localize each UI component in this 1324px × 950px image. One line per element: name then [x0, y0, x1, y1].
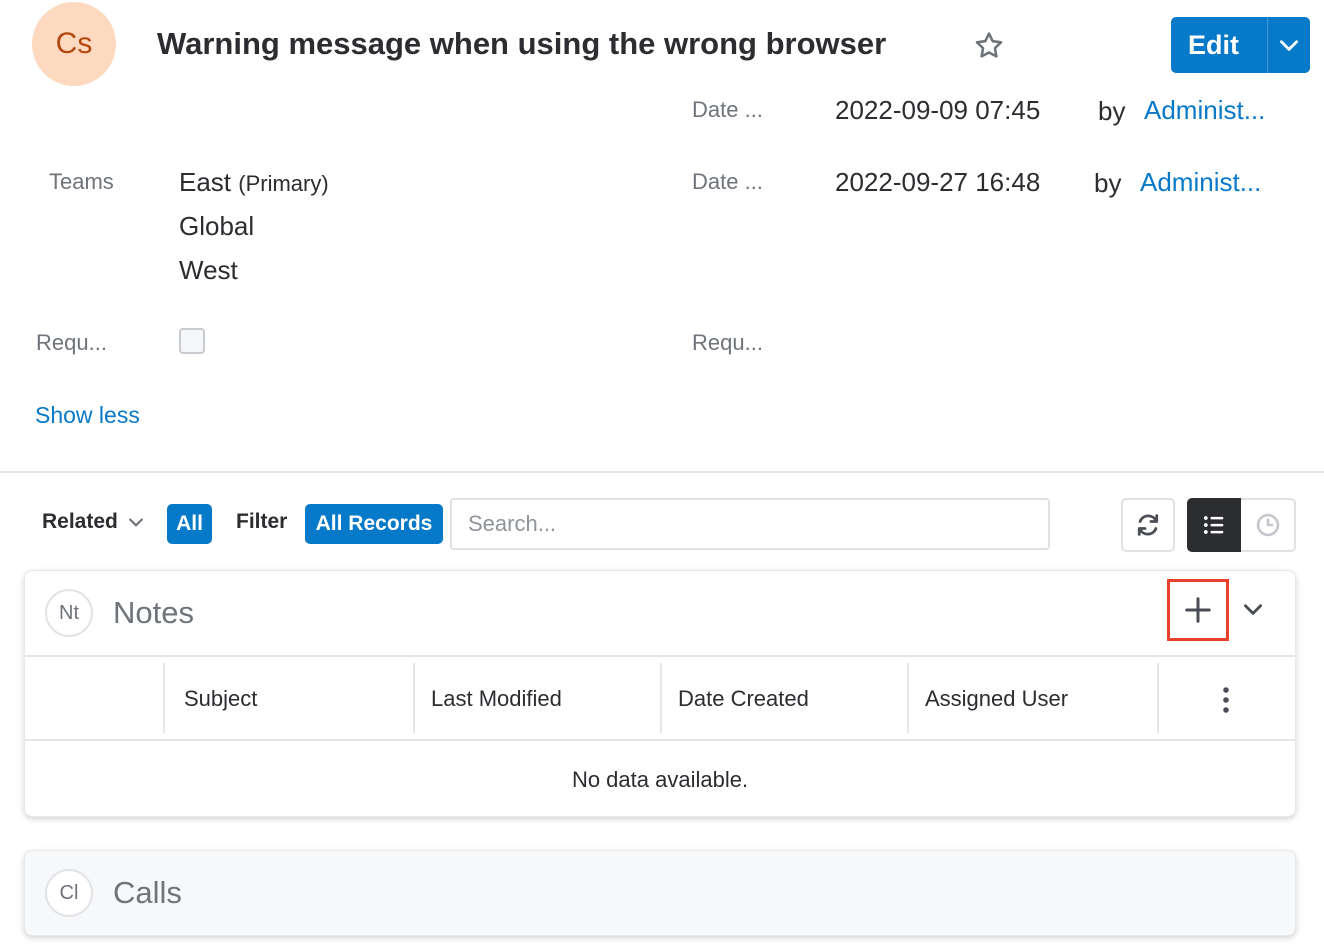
collapse-panel-button[interactable]	[1239, 595, 1267, 623]
list-view-button[interactable]	[1187, 498, 1241, 552]
date-created-by: by	[1098, 96, 1126, 126]
column-header-assigned-user[interactable]: Assigned User	[905, 657, 1155, 741]
column-divider	[1157, 663, 1159, 733]
team-west: West	[179, 255, 238, 285]
team-global: Global	[179, 211, 255, 241]
notes-panel-title[interactable]: Notes	[113, 595, 194, 631]
edit-dropdown-chevron-down-icon[interactable]	[1268, 32, 1310, 58]
column-header-date-created[interactable]: Date Created	[658, 657, 905, 741]
column-options-button[interactable]	[1211, 685, 1241, 715]
date-modified-label: Date ...	[692, 169, 763, 194]
team-name: East	[179, 167, 232, 197]
related-search-input[interactable]	[450, 498, 1050, 550]
related-dropdown[interactable]: Related	[42, 510, 146, 534]
favorite-star-icon[interactable]	[972, 29, 1006, 63]
calls-subpanel: Cl Calls	[24, 850, 1296, 936]
date-created-value: 2022-09-09 07:45	[835, 95, 1041, 125]
related-all-pill[interactable]: All	[167, 504, 212, 544]
requ-right-label: Requ...	[692, 330, 763, 355]
teams-label: Teams	[49, 169, 114, 194]
plus-icon	[1185, 597, 1211, 623]
edit-button[interactable]: Edit	[1171, 17, 1310, 73]
clock-icon	[1256, 513, 1279, 537]
column-header-last-modified[interactable]: Last Modified	[411, 657, 658, 741]
team-east: East (Primary)	[179, 167, 329, 198]
record-avatar: Cs	[32, 2, 116, 86]
related-label: Related	[42, 510, 118, 533]
chevron-down-icon	[128, 518, 143, 527]
filter-all-records-pill[interactable]: All Records	[305, 504, 443, 544]
chevron-down-icon	[1244, 604, 1262, 615]
show-less-link[interactable]: Show less	[35, 402, 140, 429]
calls-panel-title[interactable]: Calls	[113, 875, 182, 911]
add-note-button[interactable]	[1167, 579, 1229, 641]
date-modified-by: by	[1094, 168, 1122, 198]
section-divider	[0, 471, 1324, 473]
empty-state-message: No data available.	[571, 767, 749, 792]
team-primary-tag: (Primary)	[238, 171, 329, 196]
notes-subpanel: Nt Notes Subject Last Modified Date Crea…	[24, 570, 1296, 817]
refresh-icon	[1137, 514, 1159, 536]
more-vertical-icon	[1223, 687, 1229, 713]
timeline-view-button[interactable]	[1241, 498, 1296, 552]
date-modified-user-link[interactable]: Administ...	[1140, 167, 1261, 198]
record-title: Warning message when using the wrong bro…	[157, 26, 887, 61]
list-icon	[1203, 516, 1224, 534]
requ-left-label: Requ...	[36, 330, 107, 355]
refresh-button[interactable]	[1121, 498, 1175, 552]
date-created-label: Date ...	[692, 97, 763, 122]
date-created-user-link[interactable]: Administ...	[1144, 95, 1265, 126]
notes-module-icon: Nt	[45, 589, 93, 637]
date-modified-value: 2022-09-27 16:48	[835, 167, 1041, 197]
notes-table-header: Subject Last Modified Date Created Assig…	[25, 655, 1295, 741]
edit-button-label: Edit	[1188, 29, 1239, 60]
column-header-subject[interactable]: Subject	[164, 657, 413, 741]
requ-checkbox[interactable]	[179, 328, 205, 354]
calls-module-icon: Cl	[45, 869, 93, 917]
filter-label: Filter	[236, 510, 288, 533]
